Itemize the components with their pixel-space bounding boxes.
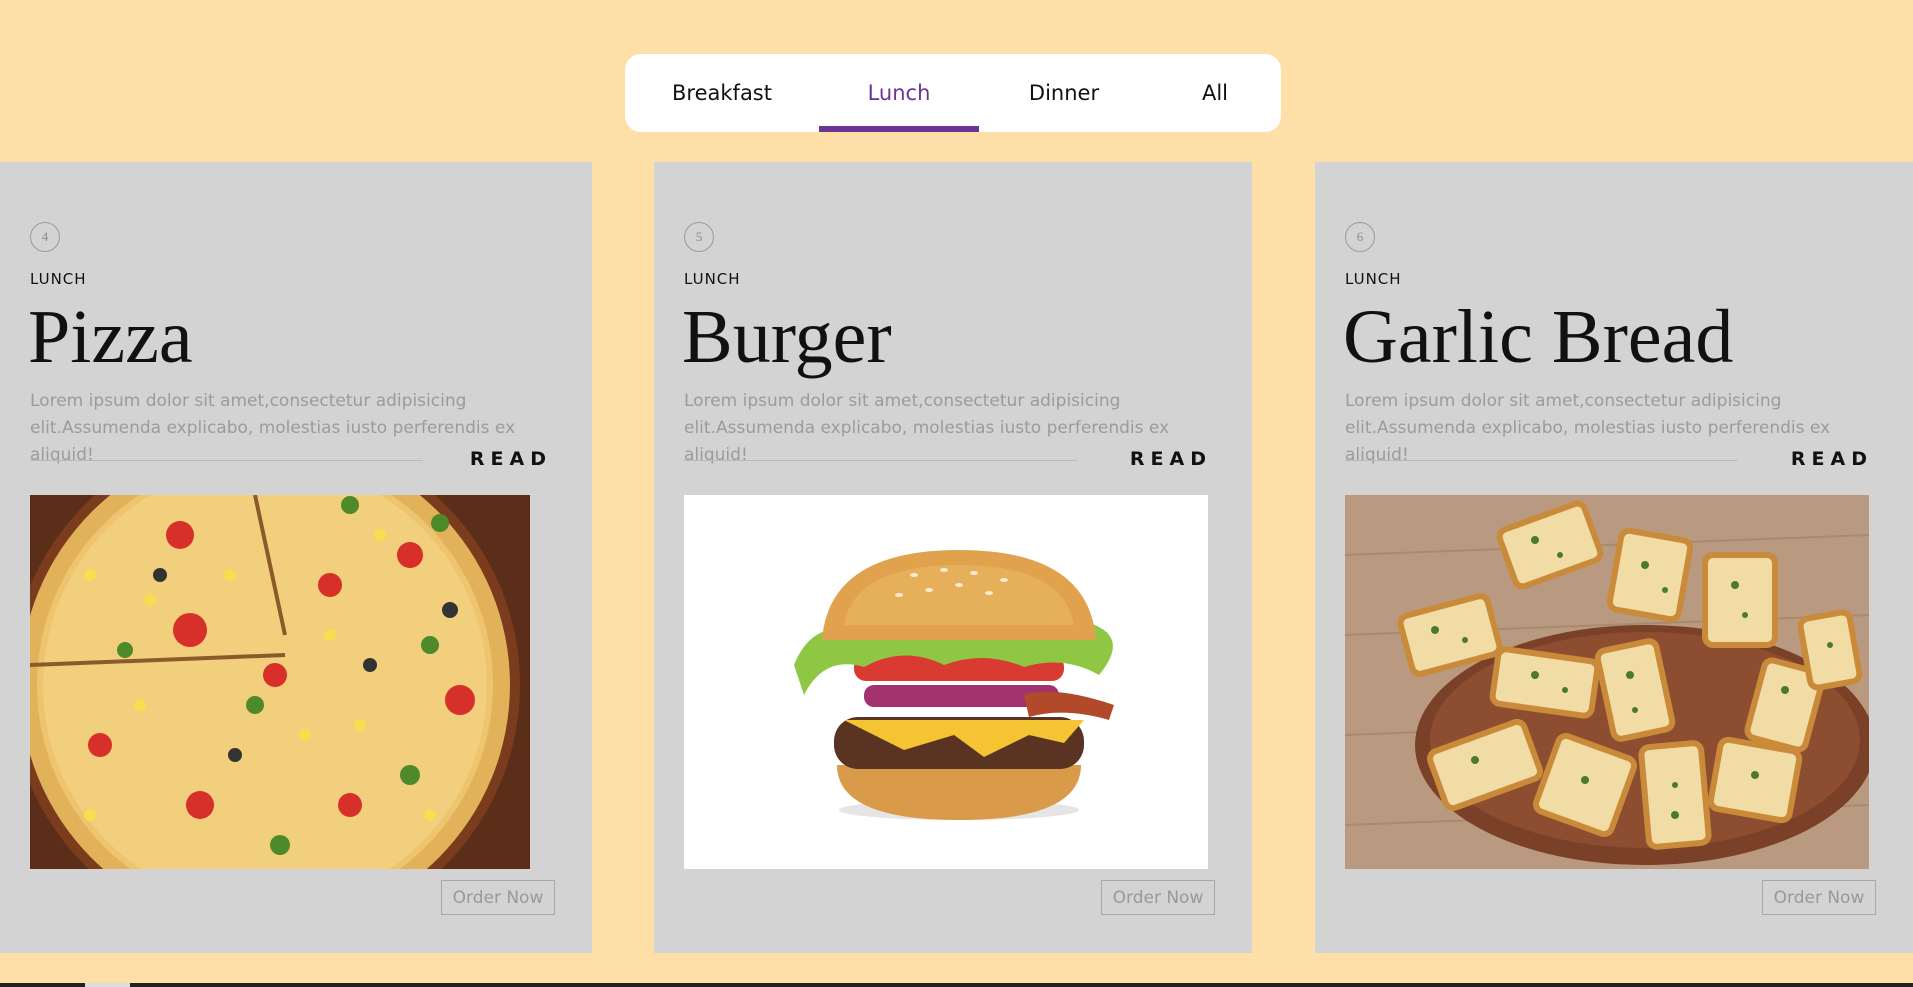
item-title: Burger [682,295,892,379]
pizza-photo [30,495,530,869]
order-now-button[interactable]: Order Now [1762,880,1876,915]
item-category: LUNCH [30,270,87,288]
order-now-button[interactable]: Order Now [441,880,555,915]
item-title: Pizza [28,295,193,379]
item-title: Garlic Bread [1343,295,1734,379]
menu-card-burger: 5 LUNCH Burger Lorem ipsum dolor sit ame… [654,162,1252,953]
read-link[interactable]: READ [1130,448,1212,470]
item-category: LUNCH [684,270,741,288]
menu-card-garlic-bread: 6 LUNCH Garlic Bread Lorem ipsum dolor s… [1315,162,1913,953]
tab-all[interactable]: All [1149,54,1281,132]
burger-photo [684,495,1208,869]
divider [1345,460,1738,461]
item-number-badge: 5 [684,222,714,252]
item-number-badge: 4 [30,222,60,252]
tab-lunch[interactable]: Lunch [819,54,979,132]
tab-dinner[interactable]: Dinner [979,54,1149,132]
item-category: LUNCH [1345,270,1402,288]
menu-card-pizza: 4 LUNCH Pizza Lorem ipsum dolor sit amet… [0,162,592,953]
garlic-bread-photo [1345,495,1869,869]
read-link[interactable]: READ [470,448,552,470]
tab-breakfast[interactable]: Breakfast [625,54,819,132]
divider [684,460,1077,461]
read-link[interactable]: READ [1791,448,1873,470]
item-number-badge: 6 [1345,222,1375,252]
order-now-button[interactable]: Order Now [1101,880,1215,915]
bottom-border [0,983,1913,987]
divider [30,460,423,461]
menu-tabs: Breakfast Lunch Dinner All [625,54,1281,132]
